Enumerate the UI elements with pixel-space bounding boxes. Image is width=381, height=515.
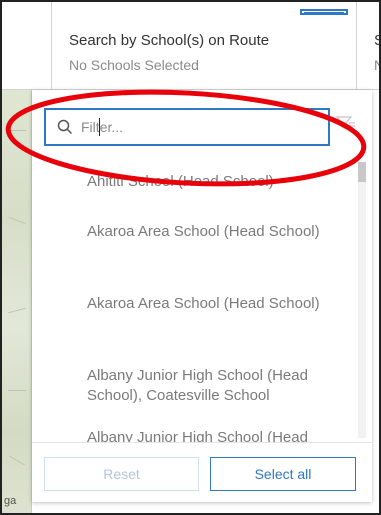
next-filter-tab[interactable]: S N (357, 2, 379, 90)
list-item[interactable]: Akaroa Area School (Head School) (32, 294, 340, 314)
list-item[interactable]: Ahititi School (Head School) (32, 172, 294, 192)
header-left-cell (2, 2, 52, 90)
map-road (8, 216, 26, 225)
app-frame: ga Search by School(s) on Route No Schoo… (0, 0, 381, 515)
school-dropdown-panel: Ahititi School (Head School) Akaroa Area… (32, 90, 372, 502)
filter-input[interactable] (81, 119, 301, 135)
next-filter-title: S (374, 32, 379, 49)
map-road (8, 307, 26, 314)
list-scrollbar[interactable] (358, 162, 366, 438)
map-background[interactable]: ga (2, 90, 32, 513)
funnel-icon[interactable] (336, 115, 356, 131)
map-road (8, 390, 26, 391)
next-filter-status: N (374, 57, 379, 73)
school-filter-title: Search by School(s) on Route (69, 32, 270, 49)
map-road (8, 455, 26, 466)
school-list: Ahititi School (Head School) Akaroa Area… (32, 160, 372, 442)
reset-button[interactable]: Reset (44, 457, 199, 491)
scrollbar-thumb[interactable] (358, 162, 366, 182)
school-filter-tab[interactable]: Search by School(s) on Route No Schools … (52, 2, 357, 90)
list-item[interactable]: Albany Junior High School (Head School),… (32, 366, 372, 406)
map-road (8, 130, 26, 131)
filter-box[interactable] (44, 108, 330, 146)
select-all-button[interactable]: Select all (210, 457, 356, 491)
list-item[interactable]: Albany Junior High School (Head (32, 428, 328, 442)
text-caret (99, 118, 100, 136)
panel-footer: Reset Select all (32, 442, 372, 502)
list-item[interactable]: Akaroa Area School (Head School) (32, 222, 340, 242)
school-filter-status: No Schools Selected (69, 57, 199, 73)
search-icon (57, 119, 73, 135)
map-place-label: ga (4, 495, 17, 507)
active-tab-indicator (300, 9, 348, 15)
filter-header: Search by School(s) on Route No Schools … (2, 2, 379, 90)
